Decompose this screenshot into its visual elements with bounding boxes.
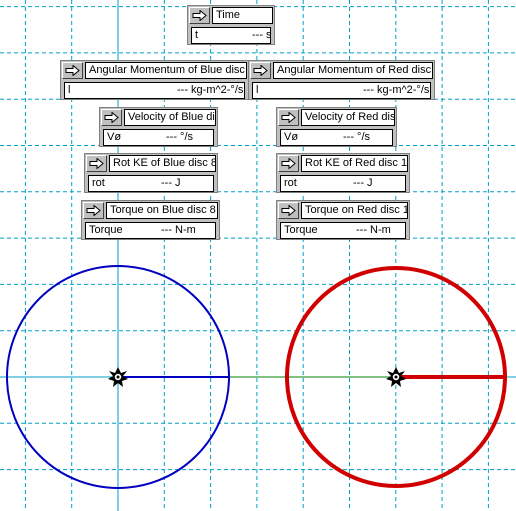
arrow-right-icon[interactable] [101,109,122,126]
meter-value: --- s [252,29,271,41]
meter-angular-momentum-red[interactable]: Angular Momentum of Red disc 1 l --- kg-m… [248,60,435,100]
meter-value: --- J [161,177,181,189]
meter-torque-red[interactable]: Torque on Red disc 1 Torque --- N-m [276,200,410,240]
meter-rot-ke-red[interactable]: Rot KE of Red disc 1 rot --- J [276,153,410,193]
meter-title: Rot KE of Red disc 1 [301,155,408,172]
meter-symbol: Torque [89,224,123,236]
meter-title: Velocity of Blue dis [124,109,216,126]
meter-title: Angular Momentum of Red disc 1 [273,62,433,79]
meter-symbol: l [256,84,259,96]
arrow-right-icon[interactable] [250,62,271,79]
meter-title: Angular Momentum of Blue disc 8 [85,62,247,79]
meter-symbol: Vø [107,131,122,143]
meter-value: --- °/s [166,131,194,143]
meter-time[interactable]: Time t --- s [187,5,275,45]
arrow-right-icon[interactable] [278,155,299,172]
meter-title: Rot KE of Blue disc 8 [109,155,216,172]
meter-value: --- J [353,177,373,189]
meter-value: --- N-m [356,224,391,236]
arrow-right-icon[interactable] [86,155,107,172]
meter-velocity-blue[interactable]: Velocity of Blue dis Vø --- °/s [99,107,218,147]
arrow-right-icon[interactable] [62,62,83,79]
meter-torque-blue[interactable]: Torque on Blue disc 8 Torque --- N-m [81,200,220,240]
arrow-right-icon[interactable] [278,109,299,126]
meter-symbol: rot [284,177,297,189]
meter-title: Velocity of Red dis [301,109,395,126]
meter-velocity-red[interactable]: Velocity of Red dis Vø --- °/s [276,107,397,147]
meter-title: Torque on Red disc 1 [301,202,408,219]
arrow-right-icon[interactable] [83,202,104,219]
meter-symbol: rot [92,177,105,189]
arrow-right-icon[interactable] [189,7,210,24]
meter-value: --- °/s [343,131,371,143]
meter-symbol: Vø [284,131,299,143]
meter-title: Torque on Blue disc 8 [106,202,218,219]
arrow-right-icon[interactable] [278,202,299,219]
meter-value: --- N-m [161,224,196,236]
meter-angular-momentum-blue[interactable]: Angular Momentum of Blue disc 8 l --- kg-… [60,60,249,100]
meter-value: --- kg-m^2-°/s [363,84,430,96]
meter-title: Time [212,7,273,24]
meter-symbol: t [195,29,199,41]
meter-symbol: Torque [284,224,318,236]
meter-rot-ke-blue[interactable]: Rot KE of Blue disc 8 rot --- J [84,153,218,193]
meter-value: --- kg-m^2-°/s [177,84,244,96]
meter-symbol: l [68,84,71,96]
